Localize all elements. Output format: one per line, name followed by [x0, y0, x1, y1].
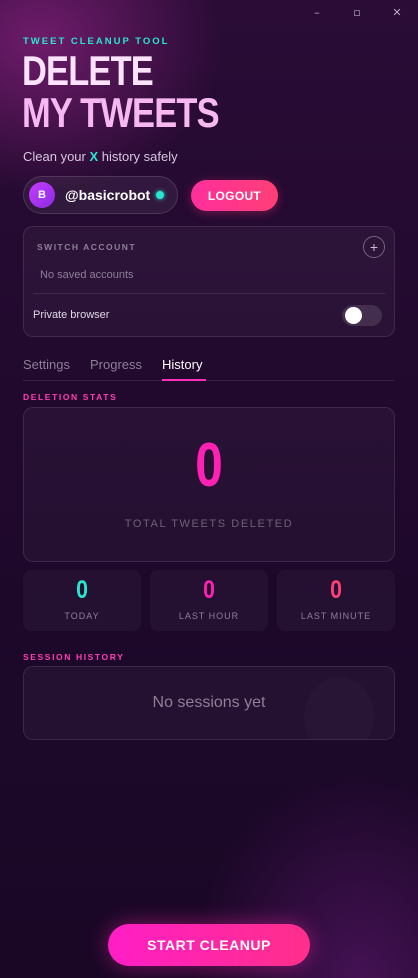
last-hour-value: 0 — [203, 576, 215, 604]
subtitle-prefix: Clean your — [23, 149, 90, 164]
app-title: DELETE MY TWEETS — [22, 50, 235, 134]
active-tab-indicator — [162, 379, 206, 381]
app-tagline: TWEET CLEANUP TOOL — [23, 36, 170, 47]
tab-settings[interactable]: Settings — [23, 357, 70, 372]
today-value: 0 — [76, 576, 88, 604]
today-stat-card: 0 TODAY — [23, 570, 141, 631]
decorative-glow — [304, 677, 374, 739]
window-controls: – ▫ ✕ — [310, 6, 404, 19]
avatar: B — [29, 182, 55, 208]
total-deleted-card: 0 TOTAL TWEETS DELETED — [23, 407, 395, 562]
online-status-icon — [156, 191, 165, 199]
deletion-stats-label: DELETION STATS — [23, 392, 118, 402]
app-subtitle: Clean your X history safely — [23, 149, 178, 164]
subtitle-suffix: history safely — [98, 149, 178, 164]
last-minute-caption: LAST MINUTE — [300, 611, 372, 621]
last-minute-value: 0 — [330, 576, 342, 604]
logout-button[interactable]: LOGOUT — [191, 180, 278, 211]
maximize-icon[interactable]: ▫ — [350, 6, 364, 19]
session-history-label: SESSION HISTORY — [23, 652, 125, 662]
switch-account-panel: SWITCH ACCOUNT + No saved accounts Priva… — [23, 226, 395, 337]
last-hour-caption: LAST HOUR — [178, 611, 240, 621]
toggle-knob — [345, 307, 362, 324]
last-hour-stat-card: 0 LAST HOUR — [150, 570, 268, 631]
total-deleted-value: 0 — [195, 431, 223, 500]
private-browser-label: Private browser — [33, 309, 110, 321]
minimize-icon[interactable]: – — [310, 6, 324, 19]
session-history-card: No sessions yet — [23, 666, 395, 740]
tab-history[interactable]: History — [162, 357, 202, 372]
tab-progress[interactable]: Progress — [90, 357, 142, 372]
today-caption: TODAY — [64, 611, 100, 621]
title-line-2: MY TWEETS — [22, 89, 220, 136]
tab-bar: Settings Progress History — [23, 355, 395, 381]
no-saved-accounts-text: No saved accounts — [40, 269, 134, 281]
title-line-1: DELETE — [22, 47, 154, 94]
switch-account-label: SWITCH ACCOUNT — [37, 242, 137, 252]
last-minute-stat-card: 0 LAST MINUTE — [277, 570, 395, 631]
account-handle: @basicrobot — [65, 187, 151, 203]
close-icon[interactable]: ✕ — [390, 6, 404, 19]
no-sessions-text: No sessions yet — [152, 694, 266, 711]
start-cleanup-button[interactable]: START CLEANUP — [108, 924, 310, 966]
divider — [33, 293, 385, 294]
account-pill[interactable]: B @basicrobot — [23, 176, 178, 214]
add-account-icon[interactable]: + — [363, 236, 385, 258]
x-logo-text: X — [89, 149, 99, 164]
private-browser-toggle[interactable] — [342, 305, 382, 326]
total-deleted-caption: TOTAL TWEETS DELETED — [124, 518, 294, 530]
